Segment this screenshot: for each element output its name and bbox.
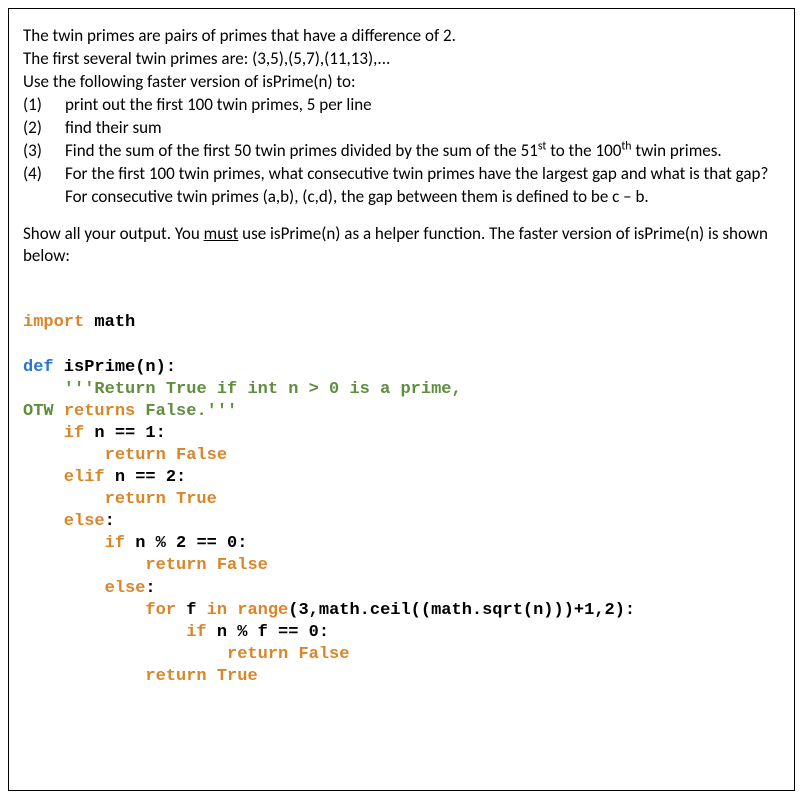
document-container: The twin primes are pairs of primes that… <box>8 8 795 791</box>
code-import-kw: import <box>23 313 84 332</box>
list-text-2: find their sum <box>65 117 780 140</box>
code-block: import math def isPrime(n): '''Return Tr… <box>23 312 780 688</box>
list-text-3: Find the sum of the first 50 twin primes… <box>65 140 780 163</box>
intro-line-1: The twin primes are pairs of primes that… <box>23 25 780 48</box>
code-doc-open: ''' <box>23 380 94 399</box>
list-item-3: (3) Find the sum of the first 50 twin pr… <box>23 140 780 163</box>
code-returns: returns <box>64 402 135 421</box>
list-item-4: (4) For the first 100 twin primes, what … <box>23 163 780 209</box>
list-num-1: (1) <box>23 94 65 117</box>
code-doc1: Return True if int n > 0 is a prime, <box>94 380 461 399</box>
list-item-1: (1) print out the first 100 twin primes,… <box>23 94 780 117</box>
intro-line-3: Use the following faster version of isPr… <box>23 71 780 94</box>
intro-line-2: The first several twin primes are: (3,5)… <box>23 48 780 71</box>
list-num-4: (4) <box>23 163 65 209</box>
code-ret3: return <box>23 556 207 575</box>
code-colon1: : <box>105 512 115 531</box>
code-def-kw: def <box>23 358 54 377</box>
code-true2: True <box>207 667 258 686</box>
code-false1: False <box>166 446 227 465</box>
code-cond3: n % 2 == 0: <box>125 534 247 553</box>
code-math: math <box>84 313 135 332</box>
code-cond4: n % f == 0: <box>207 623 329 642</box>
code-func-sig: isPrime(n): <box>54 358 176 377</box>
code-false3: False <box>288 645 349 664</box>
list-num-2: (2) <box>23 117 65 140</box>
list-item-2: (2) find their sum <box>23 117 780 140</box>
code-if1: if <box>23 424 84 443</box>
list-text-1: print out the first 100 twin primes, 5 p… <box>65 94 780 117</box>
code-ret2: return <box>23 490 166 509</box>
list-num-3: (3) <box>23 140 65 163</box>
instructions-block: Show all your output. You must use isPri… <box>23 223 780 269</box>
code-range-args: (3,math.ceil((math.sqrt(n)))+1,2): <box>288 601 635 620</box>
code-false2: False <box>207 556 268 575</box>
code-if3: if <box>23 623 207 642</box>
code-for-var: f <box>176 601 207 620</box>
code-sp1 <box>227 601 237 620</box>
code-ret1: return <box>23 446 166 465</box>
code-elif: elif <box>23 468 105 487</box>
code-doc2: False.''' <box>135 402 237 421</box>
code-ret5: return <box>23 667 207 686</box>
code-otw: OTW <box>23 402 64 421</box>
instr-underlined: must <box>204 223 239 244</box>
code-ret4: return <box>23 645 288 664</box>
code-in: in <box>207 601 227 620</box>
code-else2: else <box>23 579 145 598</box>
code-range: range <box>237 601 288 620</box>
code-cond1: n == 1: <box>84 424 166 443</box>
code-if2: if <box>23 534 125 553</box>
instr-before: Show all your output. You <box>23 223 204 244</box>
list-text-4: For the first 100 twin primes, what cons… <box>65 163 780 209</box>
code-colon2: : <box>145 579 155 598</box>
code-else1: else <box>23 512 105 531</box>
code-for: for <box>23 601 176 620</box>
code-cond2: n == 2: <box>105 468 187 487</box>
code-true1: True <box>166 490 217 509</box>
